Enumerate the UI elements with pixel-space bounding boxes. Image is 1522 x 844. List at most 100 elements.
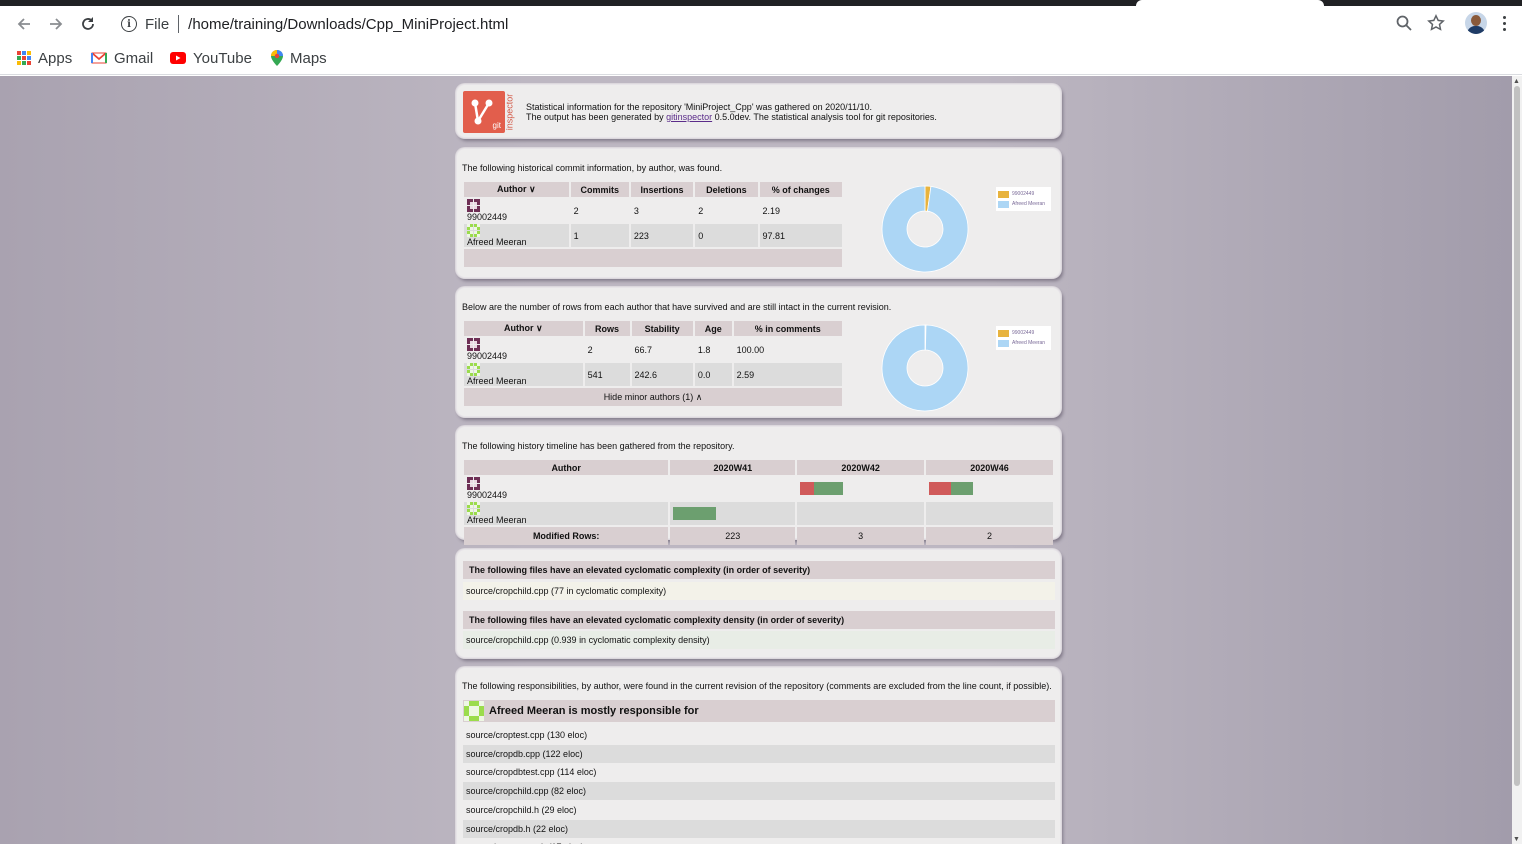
modified-value: 3: [797, 527, 925, 545]
author-avatar: [467, 477, 480, 490]
zoom-icon[interactable]: [1395, 14, 1413, 37]
table-row: Afreed Meeran 541 242.6 0.0 2.59: [464, 363, 842, 386]
back-button[interactable]: [12, 12, 36, 36]
bookmark-label: YouTube: [193, 49, 252, 67]
page-viewport: git inspector Statistical information fo…: [0, 76, 1512, 844]
bookmark-label: Apps: [38, 49, 73, 67]
col-percent-changes[interactable]: % of changes: [759, 182, 842, 197]
hide-minor-authors[interactable]: Hide minor authors (1) ∧: [464, 388, 842, 406]
blame-table: Author ∨ Rows Stability Age % in comment…: [462, 319, 844, 408]
col-comments[interactable]: % in comments: [733, 321, 842, 336]
bookmark-apps[interactable]: Apps: [17, 48, 72, 68]
pie-slice: [881, 185, 969, 273]
responsibility-author-heading: Afreed Meeran is mostly responsible for: [463, 700, 1055, 722]
maps-icon: [271, 50, 283, 66]
scrollbar-thumb[interactable]: [1514, 86, 1520, 786]
timeline-bar: [951, 482, 974, 495]
list-item: source/cropdb.h (22 eloc): [463, 819, 1055, 838]
list-item: source/croptest.cpp (130 eloc): [463, 726, 1055, 744]
stability-value: 66.7: [631, 338, 693, 361]
bookmarks-bar: Apps Gmail YouTube Maps: [0, 42, 1522, 75]
col-stability[interactable]: Stability: [631, 321, 693, 336]
table-footer: [464, 249, 842, 267]
responsibilities-intro: The following responsibilities, by autho…: [462, 681, 1052, 691]
list-item: source/cropchild.h (29 eloc): [463, 800, 1055, 819]
table-row: 99002449: [464, 477, 1053, 500]
table-row: 99002449 2 3 2 2.19: [464, 199, 842, 222]
table-row: Afreed Meeran 1 223 0 97.81: [464, 224, 842, 247]
table-row: Afreed Meeran: [464, 502, 1053, 525]
author-name: 99002449: [467, 490, 508, 500]
blame-intro: Below are the number of rows from each a…: [462, 302, 892, 312]
bookmark-star-icon[interactable]: [1427, 14, 1445, 37]
bookmark-gmail[interactable]: Gmail: [91, 48, 153, 68]
gitinspector-link[interactable]: gitinspector: [666, 112, 712, 122]
url-text[interactable]: /home/training/Downloads/Cpp_MiniProject…: [188, 16, 508, 33]
scheme-label: File: [145, 15, 170, 33]
bookmark-maps[interactable]: Maps: [271, 48, 327, 68]
col-week: 2020W46: [926, 460, 1053, 475]
youtube-icon: [170, 52, 186, 64]
timeline-intro: The following history timeline has been …: [462, 441, 735, 451]
blame-pie-chart: [881, 324, 969, 412]
cyclomatic-complexity-heading: The following files have an elevated cyc…: [463, 561, 1055, 579]
logo-side-text: inspector: [504, 93, 515, 131]
omnibox-separator: [178, 15, 180, 33]
author-name: Afreed Meeran: [467, 376, 527, 386]
col-author[interactable]: Author ∨: [464, 182, 569, 197]
address-bar[interactable]: i File /home/training/Downloads/Cpp_Mini…: [112, 7, 1382, 41]
timeline-bar: [814, 482, 844, 495]
col-author[interactable]: Author ∨: [464, 321, 583, 336]
comments-value: 100.00: [733, 338, 842, 361]
apps-grid-icon: [17, 51, 31, 65]
rows-value: 541: [584, 363, 630, 386]
responsibilities-box: The following responsibilities, by autho…: [456, 667, 1061, 844]
timeline-cell: [670, 477, 796, 500]
legend-item: 99002449: [998, 328, 1049, 338]
commits-intro: The following historical commit informat…: [462, 163, 723, 173]
browser-menu-icon[interactable]: [1503, 16, 1507, 34]
commits-value: 2: [570, 199, 629, 222]
insertions-value: 3: [630, 199, 694, 222]
forward-button[interactable]: [44, 12, 68, 36]
timeline-cell: [797, 502, 925, 525]
pie-slice: [881, 324, 969, 412]
timeline-cell: [926, 502, 1053, 525]
report-header-box: git inspector Statistical information fo…: [456, 84, 1061, 138]
col-deletions[interactable]: Deletions: [695, 182, 758, 197]
commits-pie-chart: [881, 185, 969, 273]
bookmark-youtube[interactable]: YouTube: [170, 48, 252, 68]
insertions-value: 223: [630, 224, 694, 247]
col-commits[interactable]: Commits: [570, 182, 629, 197]
site-info-icon[interactable]: i: [121, 16, 137, 32]
page-scrollbar[interactable]: ▲ ▼: [1512, 76, 1522, 844]
author-name: Afreed Meeran: [467, 515, 527, 525]
commits-table: Author ∨ Commits Insertions Deletions % …: [462, 180, 844, 269]
rows-value: 2: [584, 338, 630, 361]
commits-box: The following historical commit informat…: [456, 148, 1061, 278]
logo-text: git: [492, 121, 501, 130]
commits-value: 1: [570, 224, 629, 247]
deletions-value: 2: [695, 199, 758, 222]
list-item: source/cropparent.h (17 eloc): [463, 838, 1055, 844]
col-age[interactable]: Age: [694, 321, 732, 336]
profile-avatar[interactable]: [1465, 12, 1487, 34]
percent-value: 97.81: [759, 224, 842, 247]
timeline-cell: [797, 477, 925, 500]
cyclomatic-density-heading: The following files have an elevated cyc…: [463, 611, 1055, 629]
col-rows[interactable]: Rows: [584, 321, 630, 336]
author-avatar: [467, 224, 480, 237]
timeline-box: The following history timeline has been …: [456, 426, 1061, 545]
col-insertions[interactable]: Insertions: [630, 182, 694, 197]
age-value: 1.8: [694, 338, 732, 361]
author-avatar: [467, 363, 480, 376]
bookmark-label: Gmail: [114, 49, 154, 67]
timeline-bar: [929, 482, 952, 495]
cyclomatic-density-file: source/cropchild.cpp (0.939 in cyclomati…: [463, 631, 1055, 649]
reload-button[interactable]: [76, 12, 100, 36]
stability-value: 242.6: [631, 363, 693, 386]
legend-item: 99002449: [998, 189, 1049, 199]
forward-arrow-icon: [50, 18, 63, 30]
list-item: source/cropdbtest.cpp (114 eloc): [463, 763, 1055, 782]
timeline-cell: [926, 477, 1053, 500]
